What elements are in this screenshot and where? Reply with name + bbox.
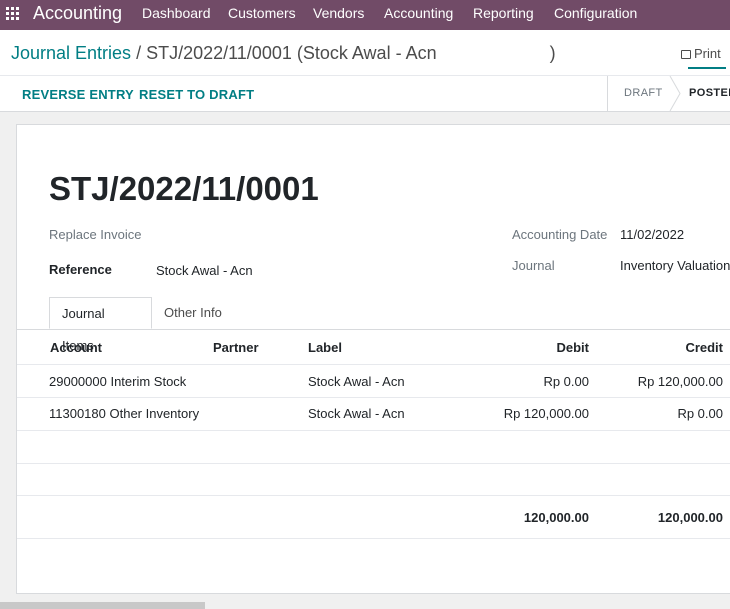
horizontal-scrollbar[interactable] [0,602,205,609]
status-draft[interactable]: DRAFT [624,87,663,99]
col-credit[interactable]: Credit [622,340,723,355]
col-account[interactable]: Account [50,340,102,355]
breadcrumb-separator: / [136,43,142,63]
reset-to-draft-button[interactable]: RESET TO DRAFT [139,87,254,102]
printer-icon [681,50,691,59]
table-row-empty [17,431,730,464]
row-credit: Rp 120,000.00 [637,374,723,389]
app-name[interactable]: Accounting [33,3,122,24]
top-navbar: Accounting Dashboard Customers Vendors A… [0,0,730,30]
entry-title: STJ/2022/11/0001 [49,170,319,207]
tab-journal-items[interactable]: Journal Items [49,297,152,353]
control-panel: Journal Entries / STJ/2022/11/0001 (Stock … [0,30,730,112]
row-debit: Rp 0.00 [543,374,589,389]
table-row[interactable]: 29000000 Interim Stock Stock Awal - Acn … [17,365,730,398]
reference-field[interactable]: Stock Awal - Acn [156,263,255,278]
col-label[interactable]: Label [308,340,342,355]
menu-vendors[interactable]: Vendors [313,5,364,21]
status-posted[interactable]: POSTEI [689,87,730,99]
status-bar: DRAFT POSTEI [607,76,730,111]
replace-invoice-label: Replace Invoice [49,227,142,242]
table-footer: 120,000.00 120,000.00 [17,496,730,539]
accounting-date-field[interactable]: 11/02/2022 [620,227,684,242]
journal-field[interactable]: Inventory Valuation [620,258,730,273]
row-debit: Rp 120,000.00 [503,406,589,421]
col-debit[interactable]: Debit [489,340,590,355]
total-credit: 120,000.00 [657,510,723,525]
menu-configuration[interactable]: Configuration [554,5,637,21]
col-partner[interactable]: Partner [213,340,259,355]
breadcrumb: Journal Entries / STJ/2022/11/0001 (Stock … [11,43,556,64]
menu-dashboard[interactable]: Dashboard [142,5,211,21]
reference-label: Reference [49,262,112,277]
row-account: 29000000 Interim Stock [49,374,187,389]
journal-label: Journal [512,258,555,273]
total-debit: 120,000.00 [523,510,589,525]
form-sheet: STJ/2022/11/0001 Replace Invoice Referen… [16,124,730,594]
reverse-entry-button[interactable]: REVERSE ENTRY [22,87,134,102]
row-label: Stock Awal - Acn [308,374,405,389]
breadcrumb-journal-entries[interactable]: Journal Entries [11,43,131,63]
row-account: 11300180 Other Inventory [49,406,200,421]
print-underline [688,67,726,69]
tab-other-info[interactable]: Other Info [152,297,236,329]
breadcrumb-current-end: ) [549,43,556,63]
menu-reporting[interactable]: Reporting [473,5,534,21]
table-row-empty [17,464,730,496]
print-button[interactable]: Print [681,46,721,61]
row-label: Stock Awal - Acn [308,406,405,421]
row-credit: Rp 0.00 [677,406,723,421]
breadcrumb-current: STJ/2022/11/0001 (Stock Awal - Acn [146,43,437,63]
accounting-date-label: Accounting Date [512,227,608,242]
print-label: Print [694,46,721,61]
apps-menu-icon[interactable] [6,7,21,22]
table-header: Account Partner Label Debit Credit [17,329,730,365]
menu-accounting[interactable]: Accounting [384,5,453,21]
table-row[interactable]: 11300180 Other Inventory Stock Awal - Ac… [17,398,730,431]
menu-customers[interactable]: Customers [228,5,296,21]
notebook-tabs: Journal Items Other Info [17,297,730,353]
